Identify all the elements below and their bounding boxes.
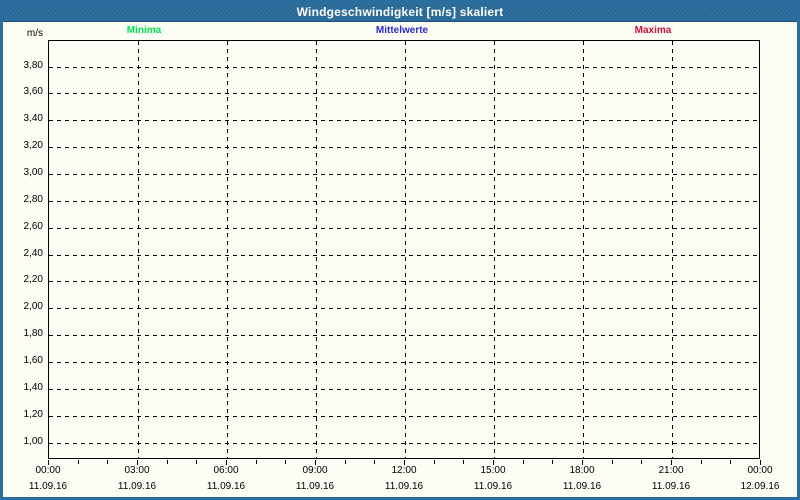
x-time-label: 09:00	[302, 465, 328, 476]
y-tick-label: 2,60	[23, 221, 43, 232]
legend-minima: Minima	[126, 25, 162, 36]
x-gridline	[316, 41, 317, 458]
x-time-label: 12:00	[391, 465, 417, 476]
y-gridline	[49, 308, 759, 309]
x-date-label: 11.09.16	[206, 481, 246, 492]
legend-mittelwerte: Mittelwerte	[375, 25, 429, 36]
window-titlebar: Windgeschwindigkeit [m/s] skaliert	[3, 3, 797, 22]
x-gridline	[227, 41, 228, 458]
y-gridline	[49, 120, 759, 121]
x-time-label: 03:00	[124, 465, 150, 476]
x-time-label: 18:00	[569, 465, 595, 476]
x-time-label: 00:00	[35, 465, 61, 476]
x-minor-tick	[78, 460, 79, 464]
plot-area	[48, 40, 760, 459]
x-date-label: 12.09.16	[740, 481, 780, 492]
y-gridline	[49, 362, 759, 363]
y-tick-label: 1,40	[23, 382, 43, 393]
x-date-label: 11.09.16	[473, 481, 513, 492]
x-minor-tick	[345, 460, 346, 464]
x-gridline	[583, 41, 584, 458]
y-gridline	[49, 389, 759, 390]
y-tick-label: 1,80	[23, 328, 43, 339]
x-time-label: 00:00	[747, 465, 773, 476]
y-axis-unit-label: m/s	[26, 28, 43, 39]
y-gridline	[49, 443, 759, 444]
x-minor-tick	[167, 460, 168, 464]
x-minor-tick	[730, 460, 731, 464]
y-tick-label: 1,00	[23, 436, 43, 447]
y-tick-label: 1,20	[23, 409, 43, 420]
x-minor-tick	[256, 460, 257, 464]
x-gridline	[138, 41, 139, 458]
y-gridline	[49, 416, 759, 417]
y-gridline	[49, 281, 759, 282]
x-date-label: 11.09.16	[562, 481, 602, 492]
x-minor-tick	[612, 460, 613, 464]
y-gridline	[49, 255, 759, 256]
x-time-label: 21:00	[658, 465, 684, 476]
y-tick-label: 2,00	[23, 301, 43, 312]
x-date-label: 11.09.16	[295, 481, 335, 492]
x-gridline	[405, 41, 406, 458]
x-date-label: 11.09.16	[651, 481, 691, 492]
y-tick-label: 3,20	[23, 140, 43, 151]
y-gridline	[49, 93, 759, 94]
x-date-label: 11.09.16	[117, 481, 157, 492]
y-tick-label: 3,80	[23, 60, 43, 71]
x-minor-tick	[701, 460, 702, 464]
y-tick-label: 2,20	[23, 274, 43, 285]
y-gridline	[49, 201, 759, 202]
y-gridline	[49, 228, 759, 229]
x-minor-tick	[107, 460, 108, 464]
y-tick-label: 2,80	[23, 194, 43, 205]
y-gridline	[49, 174, 759, 175]
y-tick-label: 3,60	[23, 86, 43, 97]
x-time-label: 06:00	[213, 465, 239, 476]
x-minor-tick	[196, 460, 197, 464]
y-gridline	[49, 147, 759, 148]
y-gridline	[49, 67, 759, 68]
x-minor-tick	[285, 460, 286, 464]
y-gridline	[49, 335, 759, 336]
y-tick-label: 3,40	[23, 113, 43, 124]
x-minor-tick	[374, 460, 375, 464]
x-minor-tick	[552, 460, 553, 464]
y-tick-label: 1,60	[23, 355, 43, 366]
y-tick-label: 2,40	[23, 248, 43, 259]
x-gridline	[494, 41, 495, 458]
window-title: Windgeschwindigkeit [m/s] skaliert	[296, 5, 504, 19]
chart-window: Windgeschwindigkeit [m/s] skaliert Minim…	[0, 0, 800, 500]
x-minor-tick	[434, 460, 435, 464]
x-minor-tick	[523, 460, 524, 464]
x-minor-tick	[463, 460, 464, 464]
x-gridline	[672, 41, 673, 458]
x-date-label: 11.09.16	[28, 481, 68, 492]
y-tick-label: 3,00	[23, 167, 43, 178]
x-minor-tick	[641, 460, 642, 464]
x-time-label: 15:00	[480, 465, 506, 476]
legend-maxima: Maxima	[634, 25, 672, 36]
x-date-label: 11.09.16	[384, 481, 424, 492]
